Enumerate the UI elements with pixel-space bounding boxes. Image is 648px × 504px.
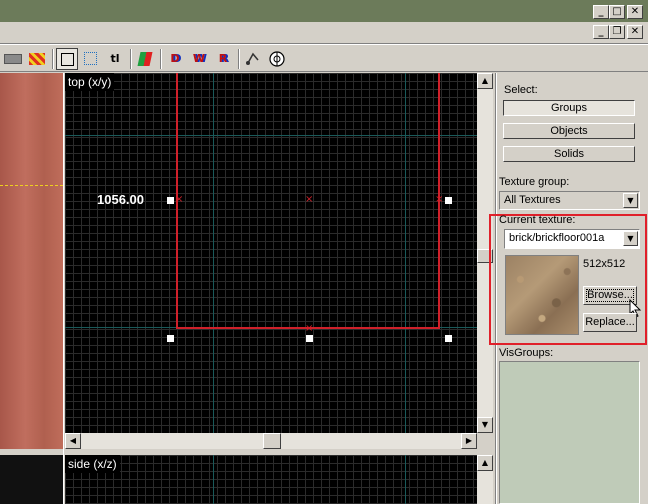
sphere-tool-icon[interactable] — [266, 48, 288, 70]
magnify-tool-icon[interactable] — [80, 48, 102, 70]
scroll-up-icon[interactable]: ▲ — [477, 455, 493, 471]
scroll-down-icon[interactable]: ▼ — [477, 417, 493, 433]
scroll-right-icon[interactable]: ▶ — [461, 433, 477, 449]
resize-handle[interactable] — [167, 335, 174, 342]
vertex-tool-icon[interactable] — [242, 48, 264, 70]
texture-group-dropdown[interactable]: All Textures ▼ — [499, 191, 640, 210]
center-marker-icon: × — [305, 194, 314, 205]
resize-handle[interactable] — [445, 197, 452, 204]
tool-w-icon[interactable]: W — [188, 48, 210, 70]
camera-3d-viewport[interactable] — [0, 73, 63, 449]
replace-button[interactable]: Replace... — [583, 313, 637, 332]
current-texture-label: Current texture: — [499, 214, 576, 226]
maximize-button[interactable]: □ — [609, 5, 625, 19]
gray-block-icon[interactable] — [2, 48, 24, 70]
objects-button[interactable]: Objects — [503, 123, 635, 139]
resize-handle[interactable] — [445, 335, 452, 342]
visgroups-list[interactable] — [499, 361, 640, 504]
horizontal-scrollbar[interactable]: ◀ ▶ — [65, 433, 477, 449]
bottom-left-viewport[interactable] — [0, 455, 63, 504]
edge-marker-icon: × — [435, 194, 444, 205]
chevron-down-icon[interactable]: ▼ — [623, 193, 638, 208]
horizontal-scroll-thumb[interactable] — [263, 433, 281, 449]
menu-bar: _ ❐ ✕ — [0, 22, 648, 44]
side-view-viewport[interactable]: side (x/z) — [65, 455, 477, 504]
side-vertical-scrollbar[interactable]: ▲ — [477, 455, 493, 504]
child-close-button[interactable]: ✕ — [627, 25, 643, 39]
clip-tool-icon[interactable] — [134, 48, 156, 70]
top-view-viewport[interactable]: × × × × 1056.00 top (x/y) — [65, 73, 477, 433]
object-properties-panel: Select: Groups Objects Solids Texture gr… — [489, 73, 648, 504]
child-restore-button[interactable]: ❐ — [609, 25, 625, 39]
scroll-left-icon[interactable]: ◀ — [65, 433, 81, 449]
viewport-label[interactable]: side (x/z) — [65, 455, 120, 473]
tool-d-icon[interactable]: D — [164, 48, 186, 70]
title-bar: _ □ ✕ — [0, 0, 648, 22]
coordinate-readout: 1056.00 — [97, 192, 144, 207]
viewport-label[interactable]: top (x/y) — [65, 73, 115, 91]
texture-preview-image[interactable] — [505, 255, 579, 335]
tool-r-icon[interactable]: R — [212, 48, 234, 70]
edge-marker-icon: × — [175, 194, 184, 205]
resize-handle[interactable] — [306, 335, 313, 342]
texture-group-value: All Textures — [504, 194, 561, 206]
visgroups-label: VisGroups: — [499, 347, 554, 359]
chevron-down-icon[interactable]: ▼ — [623, 231, 638, 246]
texture-lock-icon[interactable] — [26, 48, 48, 70]
yellow-guide-line — [0, 185, 63, 186]
current-texture-dropdown[interactable]: brick/brickfloor001a ▼ — [504, 229, 640, 249]
scroll-up-icon[interactable]: ▲ — [477, 73, 493, 89]
texture-group-label: Texture group: — [499, 176, 570, 188]
toolbar: tl D W R — [0, 44, 648, 72]
groups-button[interactable]: Groups — [503, 100, 635, 116]
text-tool-icon[interactable]: tl — [104, 48, 126, 70]
edge-marker-icon: × — [305, 323, 314, 334]
texture-size: 512x512 — [583, 258, 626, 270]
current-texture-value: brick/brickfloor001a — [509, 232, 605, 244]
resize-handle[interactable] — [167, 197, 174, 204]
child-minimize-button[interactable]: _ — [593, 25, 609, 39]
minimize-button[interactable]: _ — [593, 5, 609, 19]
selection-tool-icon[interactable] — [56, 48, 78, 70]
close-button[interactable]: ✕ — [627, 5, 643, 19]
select-label: Select: — [504, 84, 538, 96]
solids-button[interactable]: Solids — [503, 146, 635, 162]
